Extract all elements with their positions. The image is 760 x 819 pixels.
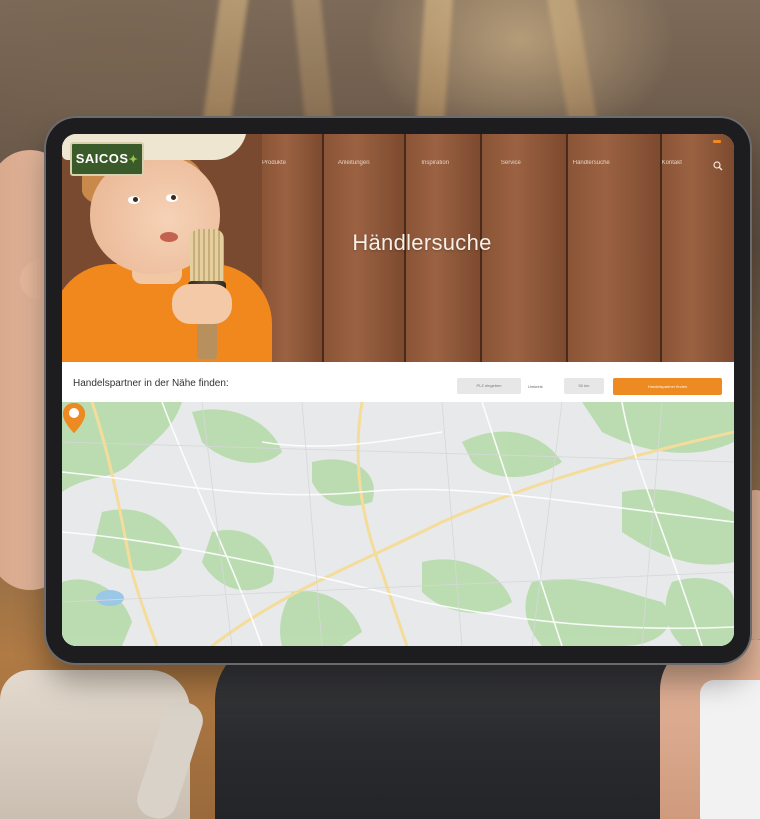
find-dealer-button[interactable]: Handelspartner finden (613, 378, 722, 395)
radius-select[interactable]: 50 km (564, 378, 604, 394)
search-heading: Handelspartner in der Nähe finden: (73, 378, 229, 389)
accent-marker (713, 140, 721, 143)
saicos-logo[interactable]: SAICOS✦ (70, 142, 144, 176)
main-nav: Produkte Anleitungen Inspiration Service… (262, 160, 682, 174)
search-icon[interactable] (713, 161, 723, 171)
logo-text: SAICOS (75, 151, 129, 166)
zip-input[interactable]: PLZ eingeben (457, 378, 521, 394)
dealer-search-bar: Handelspartner in der Nähe finden: PLZ e… (62, 362, 734, 402)
radius-label: Umkreis (528, 384, 543, 389)
map-canvas[interactable] (62, 402, 734, 646)
hero-banner: SAICOS✦ Produkte Anleitungen Inspiration… (62, 134, 734, 362)
tablet-device: SAICOS✦ Produkte Anleitungen Inspiration… (46, 118, 750, 663)
nav-item-anleitungen[interactable]: Anleitungen (338, 160, 370, 174)
nav-item-kontakt[interactable]: Kontakt (662, 160, 682, 174)
nav-item-produkte[interactable]: Produkte (262, 160, 286, 174)
nav-item-service[interactable]: Service (501, 160, 521, 174)
tablet-screen: SAICOS✦ Produkte Anleitungen Inspiration… (62, 134, 734, 646)
page-title: Händlersuche (352, 230, 492, 255)
nav-item-inspiration[interactable]: Inspiration (421, 160, 449, 174)
dealer-map[interactable] (62, 402, 734, 646)
map-pin-icon[interactable] (62, 402, 86, 434)
nav-item-haendlersuche[interactable]: Händlersuche (573, 160, 610, 174)
